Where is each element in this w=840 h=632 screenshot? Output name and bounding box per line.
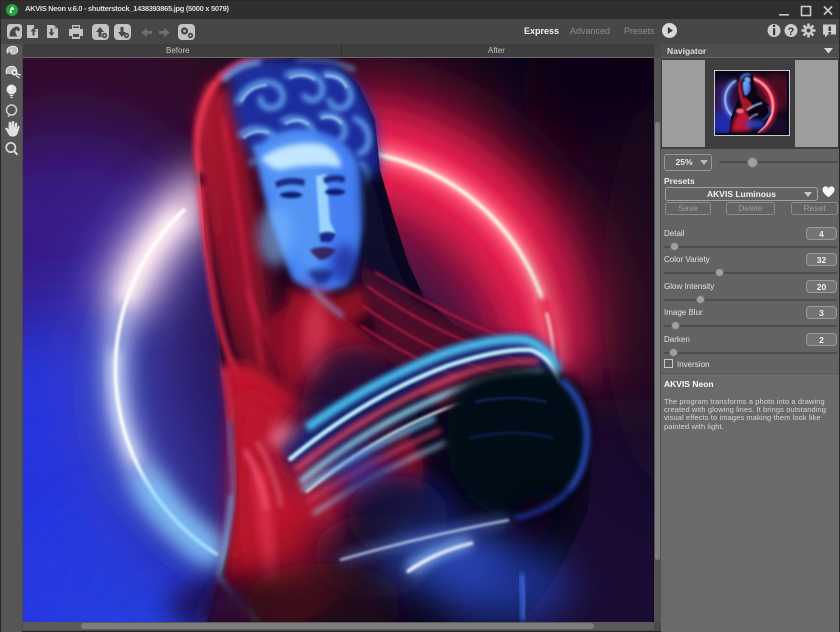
svg-text:?: ? [788,26,795,38]
